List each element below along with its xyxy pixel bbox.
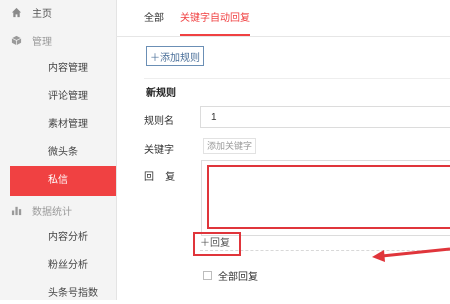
reply-all-label: 全部回复 bbox=[218, 272, 258, 283]
reply-all-option[interactable]: 全部回复 bbox=[203, 268, 258, 283]
annotation-arrow bbox=[372, 247, 450, 262]
reply-all-checkbox[interactable] bbox=[203, 271, 212, 280]
